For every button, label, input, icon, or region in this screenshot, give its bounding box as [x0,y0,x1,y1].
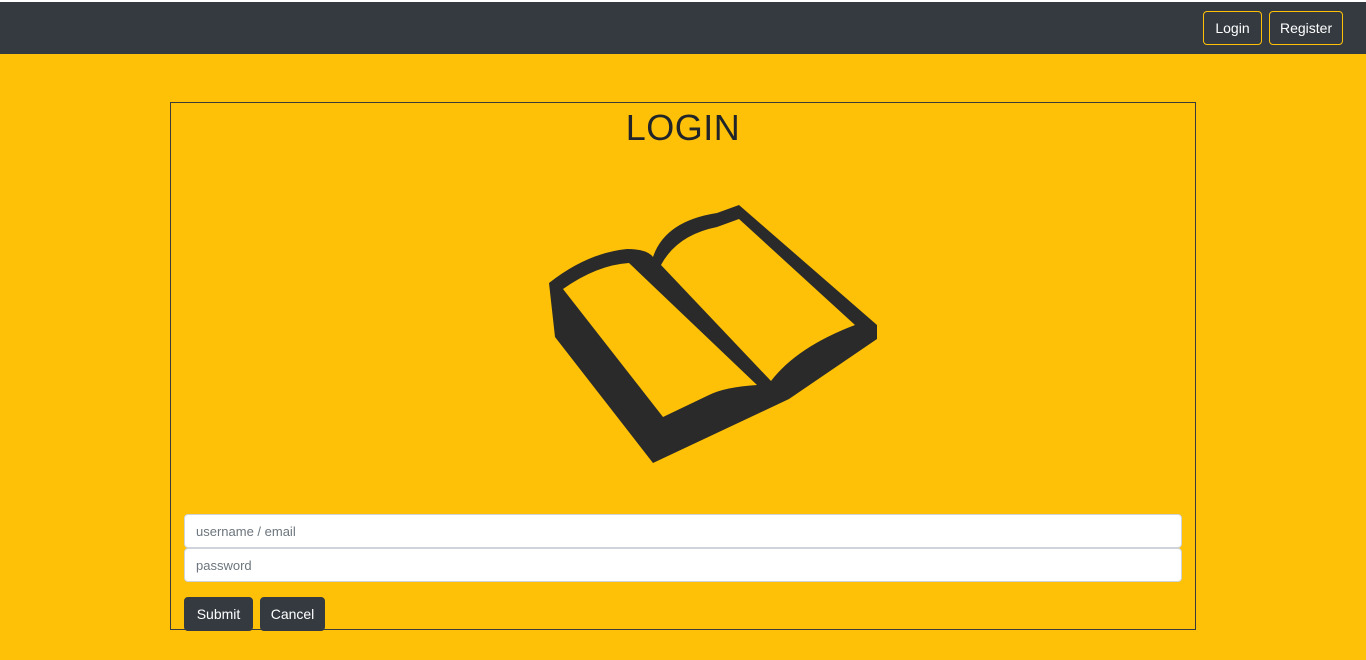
open-book-icon [549,205,877,463]
top-navbar: Login Register [0,0,1366,54]
submit-button[interactable]: Submit [184,597,253,631]
password-input[interactable] [184,548,1182,582]
cancel-button[interactable]: Cancel [260,597,325,631]
login-title: LOGIN [625,107,741,148]
nav-register-button[interactable]: Register [1269,11,1343,45]
nav-login-button[interactable]: Login [1203,11,1262,45]
login-card: LOGIN Submit Cancel [170,102,1196,631]
username-email-input[interactable] [184,514,1182,548]
